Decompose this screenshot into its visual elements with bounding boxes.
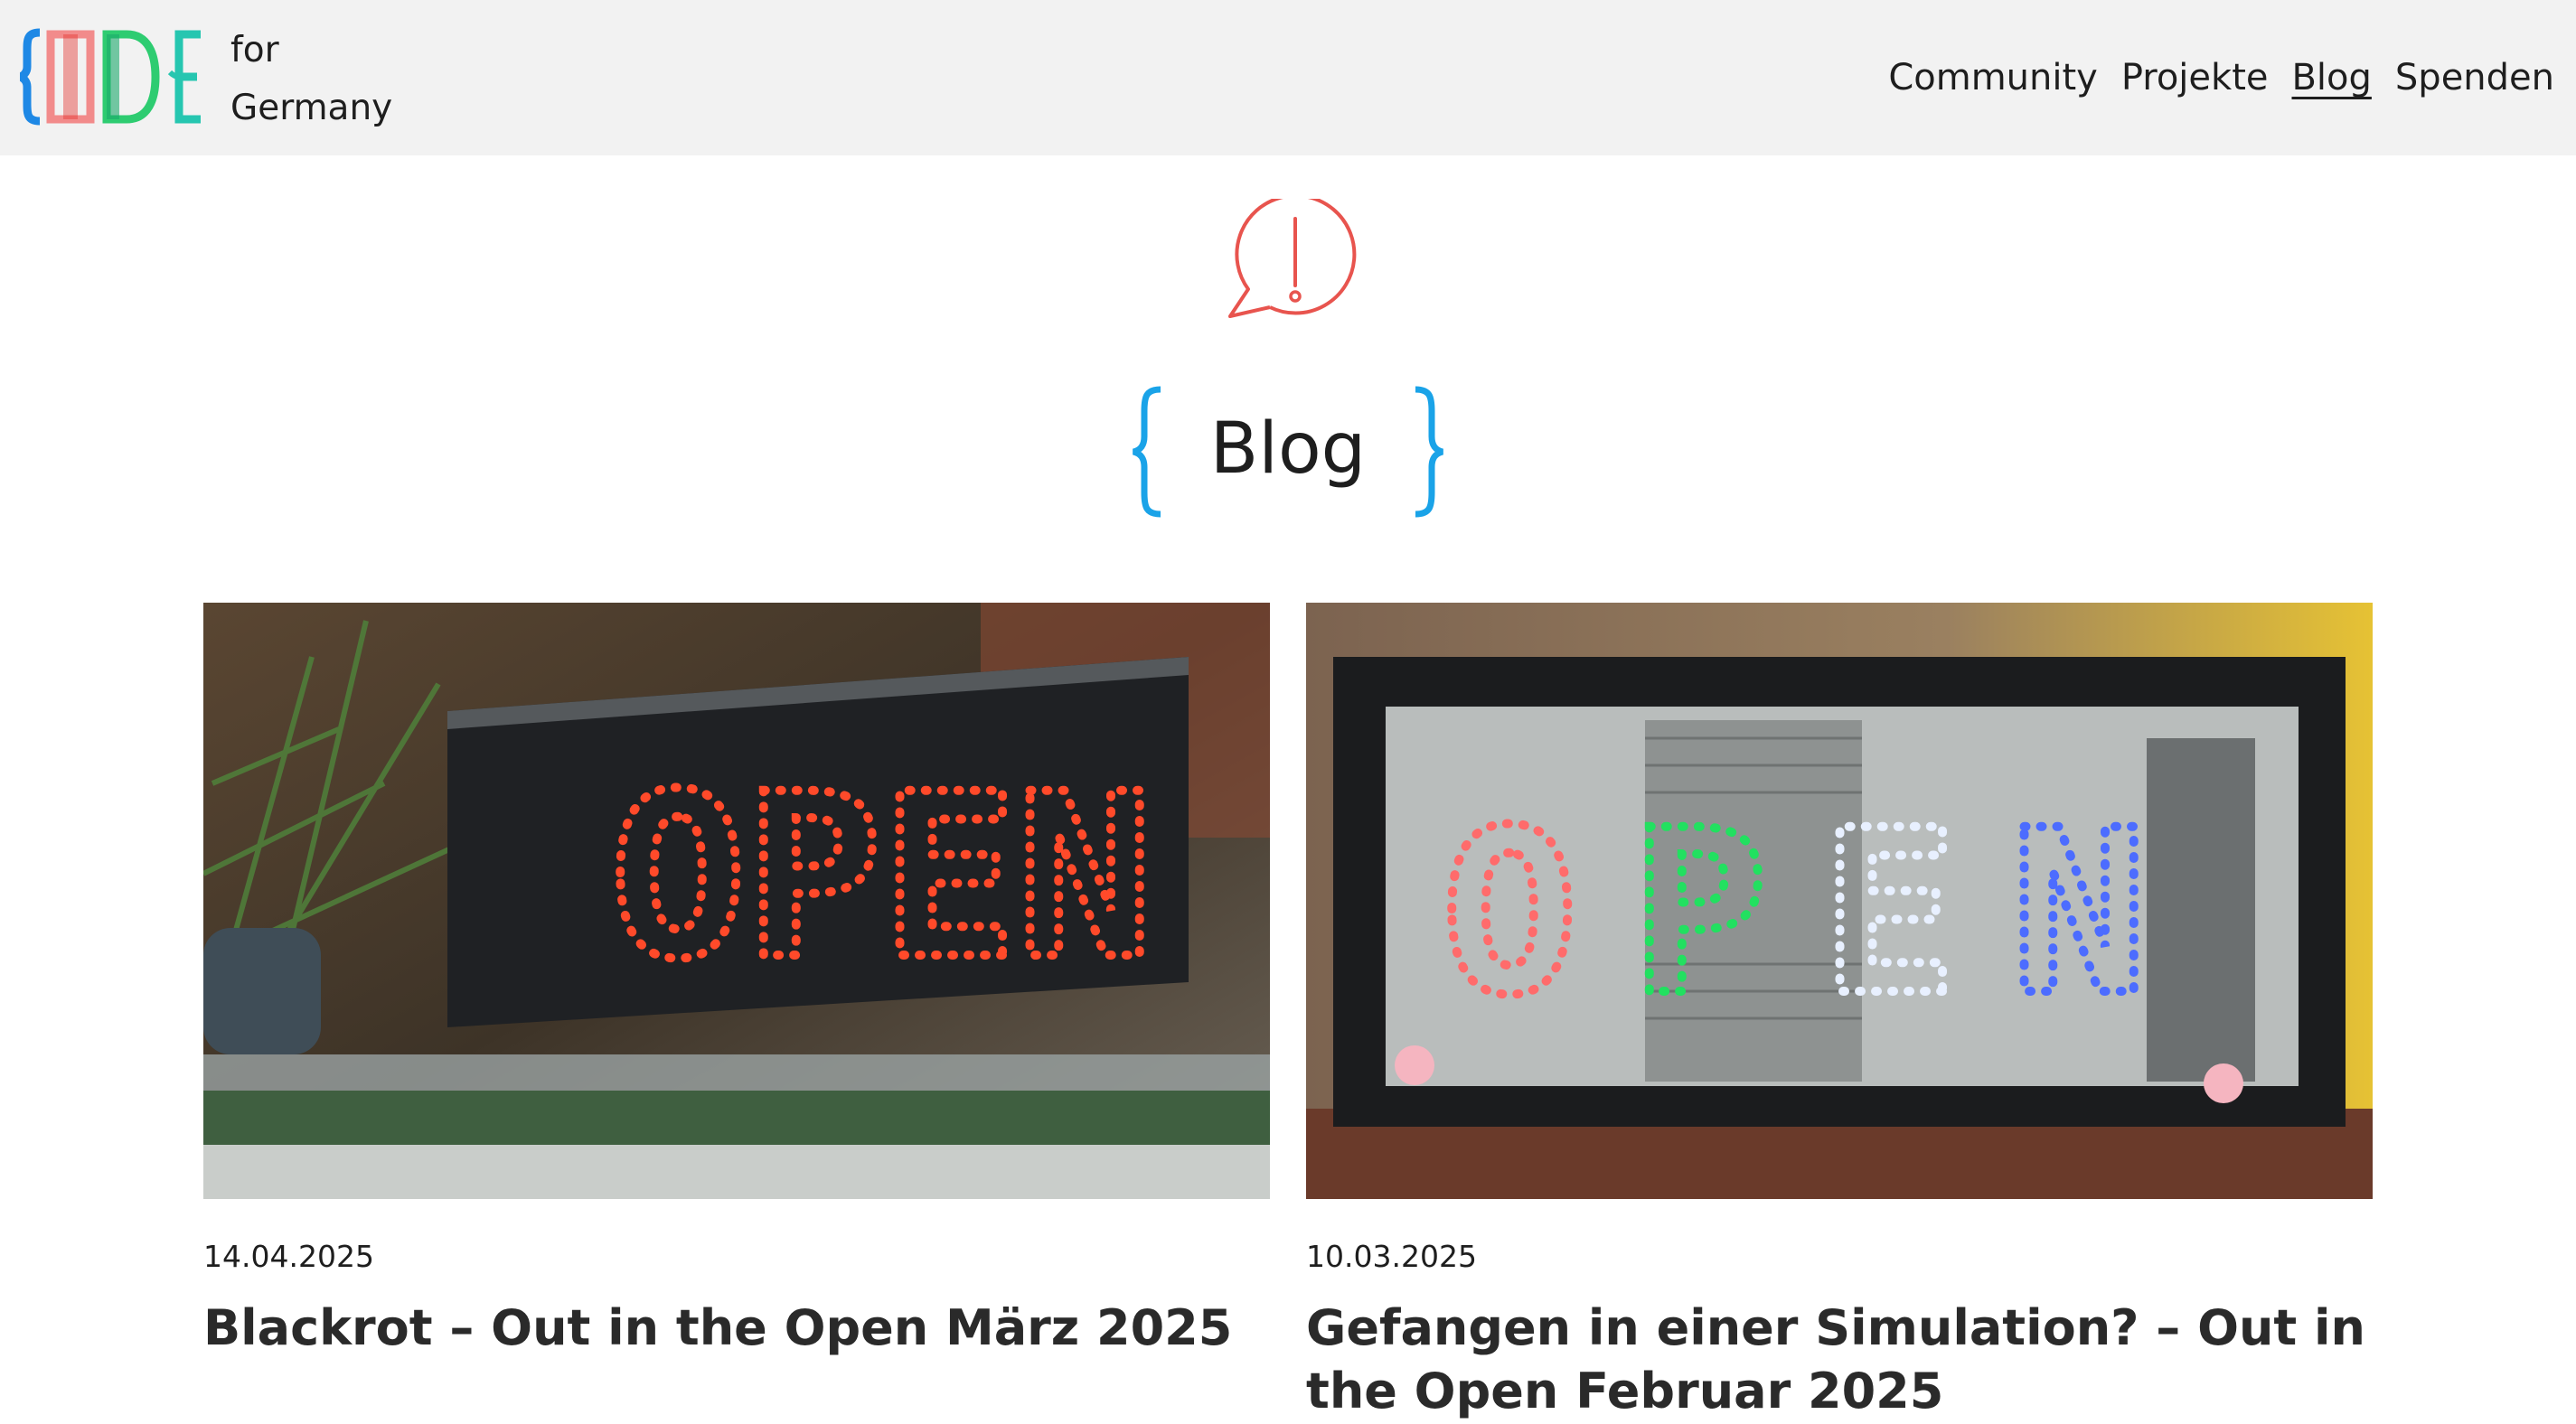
sign-led-letter: E <box>1821 782 1958 1045</box>
code-for-germany-logo[interactable] <box>18 27 205 126</box>
page-title: Blog <box>1209 408 1367 490</box>
brand-line-1: for <box>230 30 279 70</box>
sign-led-letter: O <box>1442 782 1578 1045</box>
sign-led-letter: O <box>610 745 747 1008</box>
blog-post-card[interactable]: OPEN 10.03.2025 Gefangen in einer Simula… <box>1306 603 2373 1423</box>
blog-post-card[interactable]: OPEN 14.04.2025 Blackrot – Out in the Op… <box>203 603 1270 1360</box>
site-header: for Germany Community Projekte Blog Spen… <box>0 0 2576 155</box>
post-title[interactable]: Blackrot – Out in the Open März 2025 <box>203 1297 1270 1360</box>
nav-item-blog[interactable]: Blog <box>2291 51 2371 105</box>
page-title-block: Blog <box>1130 384 1446 520</box>
post-date: 14.04.2025 <box>203 1239 374 1274</box>
sign-led-letter: P <box>1631 782 1768 1045</box>
nav-item-spenden[interactable]: Spenden <box>2395 51 2554 105</box>
right-brace-icon <box>1415 386 1444 518</box>
sign-led-letter: P <box>746 745 882 1008</box>
post-image-open-sign-multicolor[interactable]: OPEN <box>1306 603 2373 1199</box>
sign-led-letter: N <box>2011 782 2148 1045</box>
post-image-open-sign-red[interactable]: OPEN <box>203 603 1270 1199</box>
post-title[interactable]: Gefangen in einer Simulation? – Out in t… <box>1306 1297 2373 1423</box>
nav-item-projekte[interactable]: Projekte <box>2121 51 2269 105</box>
brand-line-2: Germany <box>230 88 393 128</box>
main-nav: Community Projekte Blog Spenden <box>1888 51 2554 105</box>
nav-item-community[interactable]: Community <box>1888 51 2098 105</box>
brand-wordmark[interactable]: for Germany <box>230 22 392 137</box>
sign-led-letter: N <box>1017 745 1153 1008</box>
alert-speech-bubble-icon <box>1228 199 1357 318</box>
logo-icon <box>18 28 201 126</box>
post-date: 10.03.2025 <box>1306 1239 1477 1274</box>
sign-led-letter: E <box>881 745 1018 1008</box>
